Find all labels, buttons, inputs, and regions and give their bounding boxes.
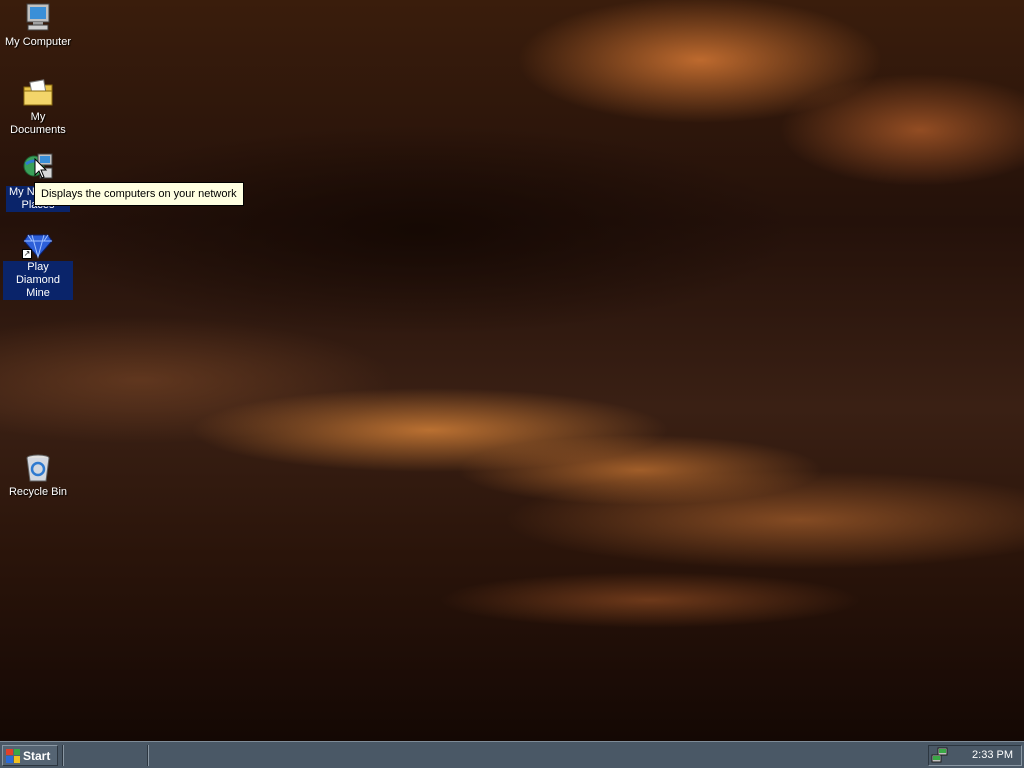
start-label: Start xyxy=(23,748,51,763)
mouse-pointer-icon xyxy=(34,158,48,179)
recycle-bin-icon xyxy=(22,452,54,484)
play-diamond-mine-shortcut[interactable]: ↗ Play Diamond Mine xyxy=(0,227,76,300)
computer-icon xyxy=(22,2,54,34)
windows-logo-icon xyxy=(6,748,20,763)
tooltip: Displays the computers on your network xyxy=(34,182,244,206)
taskbar-separator[interactable] xyxy=(147,745,149,766)
my-computer-shortcut[interactable]: My Computer xyxy=(0,2,76,49)
icon-label: Recycle Bin xyxy=(8,486,68,498)
network-tray-icon[interactable] xyxy=(931,747,949,765)
my-documents-shortcut[interactable]: My Documents xyxy=(0,77,76,137)
start-button[interactable]: Start xyxy=(2,745,58,766)
clock[interactable]: 2:33 PM xyxy=(972,746,1013,765)
taskbar: Start 2:33 PM xyxy=(0,741,1024,768)
taskbar-separator[interactable] xyxy=(62,745,64,766)
diamond-icon: ↗ xyxy=(22,227,54,259)
system-tray: 2:33 PM xyxy=(928,745,1022,766)
icon-label: Play Diamond Mine xyxy=(3,261,73,300)
recycle-bin-shortcut[interactable]: Recycle Bin xyxy=(0,452,76,499)
icon-label: My Documents xyxy=(10,111,66,136)
shortcut-arrow-icon: ↗ xyxy=(22,249,32,259)
documents-folder-icon xyxy=(22,77,54,109)
icon-label: My Computer xyxy=(4,36,72,48)
desktop[interactable]: My Computer My Documents My Network Plac… xyxy=(0,0,1024,741)
quick-launch-area xyxy=(66,745,144,766)
